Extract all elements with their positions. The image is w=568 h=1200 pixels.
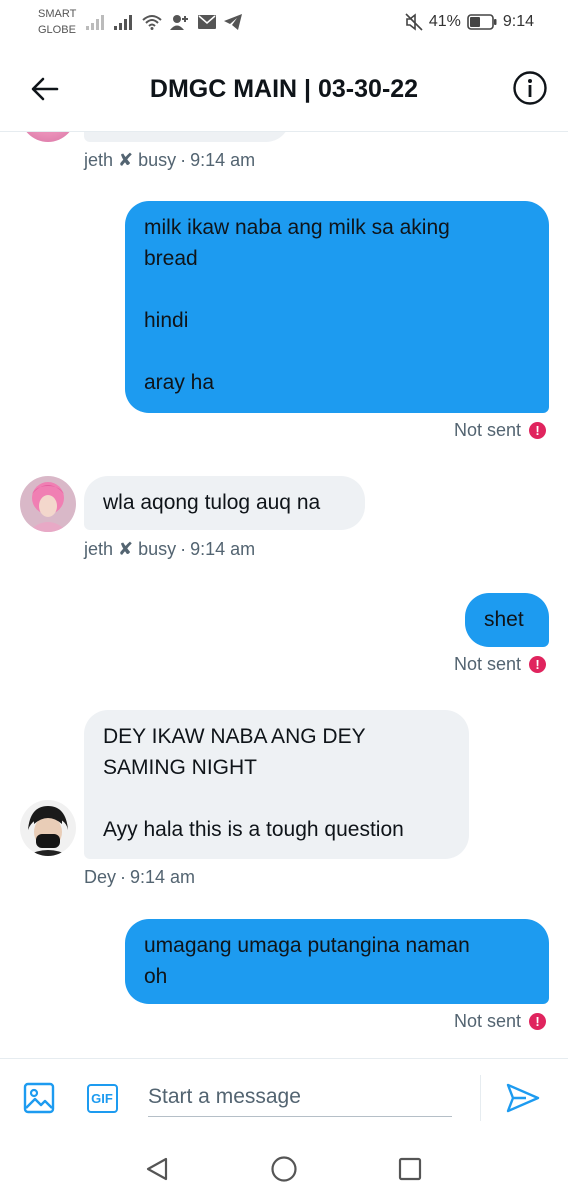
sender-name: Dey xyxy=(84,867,117,887)
message-bubble[interactable]: umagang umaga putangina naman oh xyxy=(125,919,549,1004)
status-bar: SMART GLOBE 41% 9:14 xyxy=(0,0,568,44)
battery-icon xyxy=(467,14,497,30)
message-time: 9:14 am xyxy=(190,539,256,559)
carrier-label: SMART GLOBE xyxy=(38,8,77,36)
avatar[interactable] xyxy=(20,476,76,532)
sender-name: jeth ✘ busy xyxy=(84,539,177,559)
sender-name: jeth ✘ busy xyxy=(84,150,177,170)
image-icon xyxy=(23,1082,55,1114)
message-input[interactable] xyxy=(148,1077,452,1117)
message-composer: GIF xyxy=(0,1058,568,1136)
message-list[interactable]: jeth ✘ busy · 9:14 am milk ikaw naba ang… xyxy=(0,132,568,1058)
avatar-image xyxy=(20,800,76,856)
message-time: 9:14 am xyxy=(190,150,256,170)
nav-back-button[interactable] xyxy=(142,1154,172,1184)
battery-percent: 41% xyxy=(428,13,461,30)
signal-icon xyxy=(114,15,132,30)
not-sent-label: Not sent xyxy=(453,1011,521,1031)
circle-home-icon xyxy=(271,1156,297,1182)
telegram-icon xyxy=(224,14,242,30)
add-contact-icon xyxy=(170,15,188,30)
conversation-header: DMGC MAIN | 03-30-22 xyxy=(0,44,568,132)
conversation-title: DMGC MAIN | 03-30-22 xyxy=(149,75,419,103)
message-bubble[interactable]: milk ikaw naba ang milk sa aking bread h… xyxy=(125,201,549,413)
wifi-icon xyxy=(142,15,162,30)
square-recents-icon xyxy=(398,1157,422,1181)
message-meta: Dey · 9:14 am xyxy=(84,867,196,887)
message-status[interactable]: Not sent ! xyxy=(454,1009,546,1033)
system-nav-bar xyxy=(0,1136,568,1200)
nav-recents-button[interactable] xyxy=(395,1154,425,1184)
message-bubble[interactable]: shet xyxy=(465,593,549,647)
error-icon: ! xyxy=(529,1012,546,1030)
gif-button[interactable]: GIF xyxy=(85,1081,119,1115)
mail-icon xyxy=(198,15,216,29)
send-icon xyxy=(506,1083,540,1113)
message-bubble[interactable]: wla aqong tulog auq na xyxy=(84,476,365,530)
triangle-back-icon xyxy=(146,1157,168,1181)
error-icon: ! xyxy=(529,655,546,673)
gif-icon: GIF xyxy=(86,1083,118,1113)
avatar-image xyxy=(20,476,76,532)
message-meta: jeth ✘ busy · 9:14 am xyxy=(84,150,256,170)
not-sent-label: Not sent xyxy=(453,654,521,674)
divider xyxy=(480,1075,481,1121)
avatar[interactable] xyxy=(20,800,76,856)
message-time: 9:14 am xyxy=(130,867,196,887)
message-bubble[interactable] xyxy=(84,132,290,142)
send-button[interactable] xyxy=(506,1081,540,1115)
media-button[interactable] xyxy=(22,1081,56,1115)
info-button[interactable] xyxy=(512,70,548,106)
error-icon: ! xyxy=(529,421,546,439)
clock: 9:14 xyxy=(502,13,534,30)
message-status[interactable]: Not sent ! xyxy=(454,418,546,442)
message-meta: jeth ✘ busy · 9:14 am xyxy=(84,539,256,559)
avatar[interactable] xyxy=(20,132,76,142)
signal-icon xyxy=(86,15,104,30)
mute-icon xyxy=(405,13,423,31)
message-status[interactable]: Not sent ! xyxy=(454,652,546,676)
not-sent-label: Not sent xyxy=(453,420,521,440)
nav-home-button[interactable] xyxy=(269,1154,299,1184)
info-circle-icon xyxy=(513,71,547,105)
message-bubble[interactable]: DEY IKAW NABA ANG DEY SAMING NIGHT Ayy h… xyxy=(84,710,469,859)
